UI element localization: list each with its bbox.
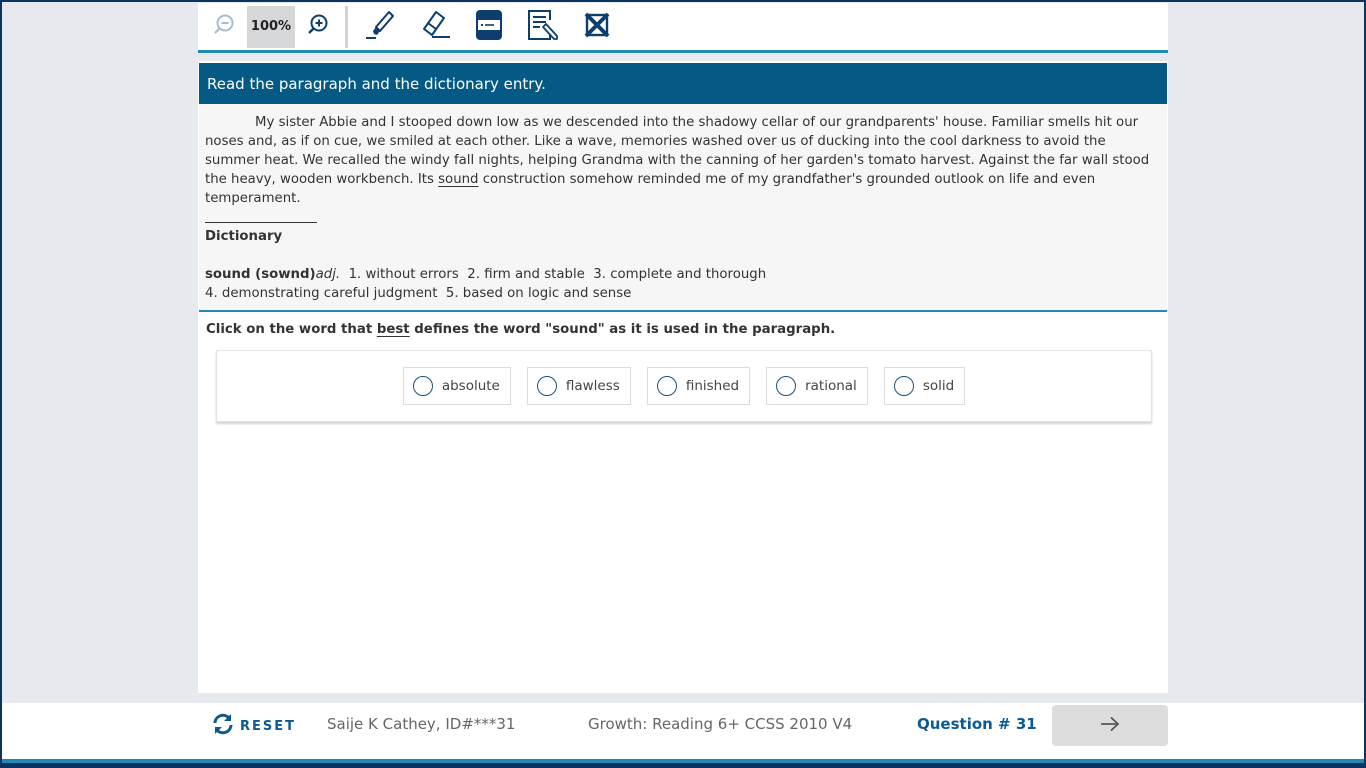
answer-eliminator-icon	[583, 11, 611, 43]
zoom-in-icon	[306, 13, 330, 41]
option-label: rational	[805, 378, 857, 394]
reset-label: RESET	[240, 718, 297, 734]
option-solid[interactable]: solid	[883, 367, 966, 405]
radio-button[interactable]	[536, 376, 557, 396]
test-name: Growth: Reading 6+ CCSS 2010 V4	[588, 715, 853, 733]
radio-button[interactable]	[656, 376, 677, 396]
option-label: absolute	[441, 378, 500, 394]
highlighter-icon	[364, 8, 398, 46]
dictionary-pos: adj.	[315, 267, 341, 282]
answer-options: absolute flawless finished rational soli…	[216, 350, 1152, 422]
target-word: sound	[438, 172, 479, 187]
toolbar: 100%	[198, 3, 1168, 53]
zoom-out-icon	[212, 13, 236, 41]
dictionary-definitions-1: 1. without errors 2. firm and stable 3. …	[340, 267, 767, 282]
question-number: Question # 31	[917, 715, 1037, 733]
divider-rule	[205, 222, 317, 223]
footer: RESET Saije K Cathey, ID#***31 Growth: R…	[2, 703, 1364, 759]
option-absolute[interactable]: absolute	[402, 367, 511, 405]
student-info: Saije K Cathey, ID#***31	[327, 715, 516, 733]
line-reader-icon	[474, 9, 504, 45]
arrow-right-icon	[1099, 716, 1121, 736]
zoom-level: 100%	[247, 5, 295, 48]
prompt-emphasis: best	[376, 322, 410, 337]
option-flawless[interactable]: flawless	[526, 367, 631, 405]
radio-button[interactable]	[412, 376, 433, 396]
dictionary-headword: sound (sownd)	[205, 267, 316, 282]
item-content: Read the paragraph and the dictionary en…	[198, 61, 1168, 693]
dictionary-definitions-2: 4. demonstrating careful judgment 5. bas…	[205, 286, 632, 301]
refresh-icon	[211, 712, 240, 740]
next-button[interactable]	[1052, 705, 1168, 746]
dictionary-title: Dictionary	[205, 229, 283, 244]
option-finished[interactable]: finished	[646, 367, 751, 405]
zoom-in-button[interactable]	[295, 6, 341, 48]
dictionary-entry: sound (sownd)adj. 1. without errors 2. f…	[205, 265, 1161, 303]
paragraph: My sister Abbie and I stooped down low a…	[205, 113, 1161, 208]
option-label: finished	[685, 378, 740, 394]
toolbar-divider	[345, 5, 348, 48]
radio-button[interactable]	[893, 376, 914, 396]
zoom-out-button[interactable]	[201, 6, 247, 48]
eraser-button[interactable]	[408, 6, 462, 48]
notepad-button[interactable]	[516, 6, 570, 48]
option-label: flawless	[565, 378, 620, 394]
radio-button[interactable]	[776, 376, 797, 396]
line-reader-button[interactable]	[462, 6, 516, 48]
eraser-icon	[418, 8, 452, 46]
question-prompt: Click on the word that best defines the …	[198, 312, 1168, 347]
prompt-text: Click on the word that	[206, 322, 377, 337]
passage: My sister Abbie and I stooped down low a…	[199, 104, 1167, 312]
footer-frame-rule	[2, 763, 1364, 768]
option-label: solid	[922, 378, 955, 394]
notepad-icon	[526, 8, 560, 46]
prompt-text-end: defines the word "sound" as it is used i…	[409, 322, 836, 337]
reset-button[interactable]: RESET	[211, 712, 297, 740]
stem-header: Read the paragraph and the dictionary en…	[199, 63, 1167, 104]
app-frame: 100% Read the paragraph and the dictiona…	[2, 2, 1364, 768]
highlighter-button[interactable]	[354, 6, 408, 48]
answer-eliminator-button[interactable]	[570, 6, 624, 48]
option-rational[interactable]: rational	[766, 367, 868, 405]
